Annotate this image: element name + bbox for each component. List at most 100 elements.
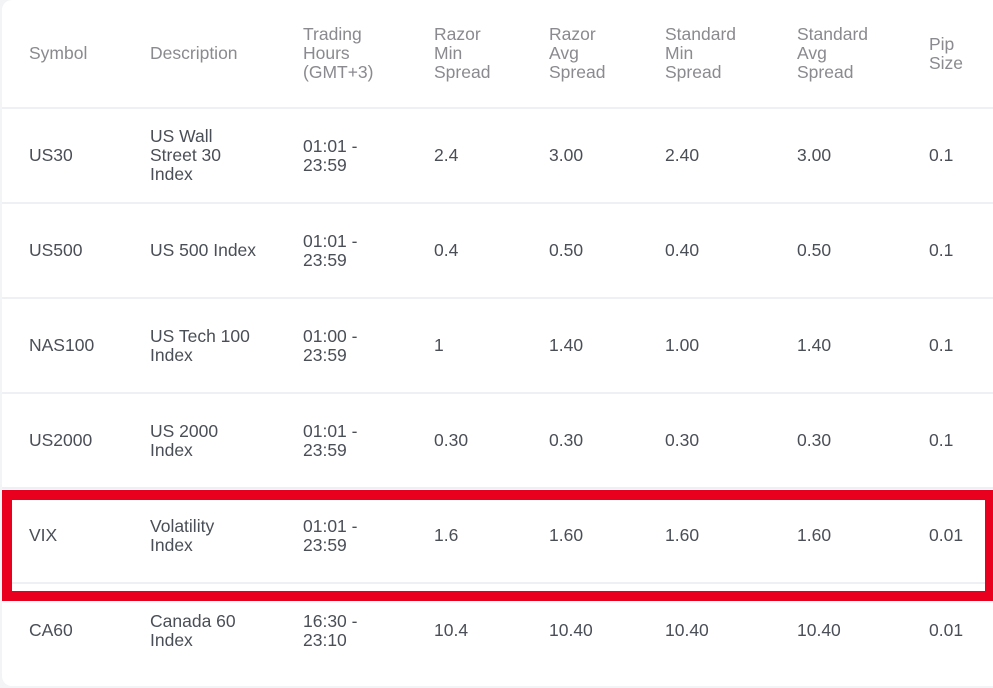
symbol-value: US500 [29,240,83,260]
razor-min-spread-value: 1.6 [434,525,459,545]
cell-trading-hours: 01:01 - 23:59 [303,487,434,583]
cell-standard-min-spread: 0.30 [665,392,797,488]
razor-min-spread-value: 0.30 [434,430,469,450]
cell-razor-min-spread: 10.4 [434,582,549,677]
cell-pip-size: 0.1 [929,107,993,203]
cell-razor-min-spread: 0.30 [434,392,549,488]
table-row: NAS100 US Tech 100 Index 01:00 - 23:59 1 1.4… [2,297,993,393]
trading-hours-value: 01:01 - 23:59 [303,420,358,460]
header-trading-hours: Trading Hours (GMT+3) [303,0,434,108]
description-value: Canada 60 Index [150,610,236,650]
razor-avg-spread-value: 1.60 [549,525,584,545]
cell-symbol: VIX [2,487,150,583]
header-pip-size: Pip Size [929,0,993,108]
cell-razor-min-spread: 1.6 [434,487,549,583]
cell-razor-avg-spread: 1.60 [549,487,665,583]
standard-min-spread-value: 1.60 [665,525,700,545]
header-standard-avg-spread: Standard Avg Spread [797,0,929,108]
cell-razor-avg-spread: 3.00 [549,107,665,203]
cell-trading-hours: 01:01 - 23:59 [303,392,434,488]
cell-standard-min-spread: 1.60 [665,487,797,583]
header-razor-min-label: Razor Min Spread [434,24,491,82]
razor-min-spread-value: 0.4 [434,240,459,260]
cell-razor-min-spread: 1 [434,297,549,393]
cell-symbol: CA60 [2,582,150,677]
table-header-row: Symbol Description Trading Hours (GMT+3)… [2,0,993,108]
standard-avg-spread-value: 10.40 [797,620,841,640]
pip-size-value: 0.1 [929,145,954,165]
cell-symbol: US2000 [2,392,150,488]
symbol-value: CA60 [29,620,73,640]
cell-trading-hours: 01:01 - 23:59 [303,107,434,203]
table-row: US500 US 500 Index 01:01 - 23:59 0.4 0.50 0.4… [2,202,993,298]
cell-razor-min-spread: 0.4 [434,202,549,298]
symbol-value: US30 [29,145,73,165]
header-razor-avg-spread: Razor Avg Spread [549,0,665,108]
cell-razor-avg-spread: 1.40 [549,297,665,393]
razor-avg-spread-value: 1.40 [549,335,584,355]
trading-hours-value: 01:01 - 23:59 [303,230,358,270]
symbol-value: NAS100 [29,335,95,355]
description-value: US 2000 Index [150,420,219,460]
pip-size-value: 0.1 [929,430,954,450]
cell-description: US 2000 Index [150,392,303,488]
standard-min-spread-value: 10.40 [665,620,709,640]
standard-avg-spread-value: 1.60 [797,525,832,545]
table-row: CA60 Canada 60 Index 16:30 - 23:10 10.4 10.4… [2,582,993,677]
standard-min-spread-value: 1.00 [665,335,700,355]
razor-min-spread-value: 1 [434,335,444,355]
cell-description: Volatility Index [150,487,303,583]
pip-size-value: 0.1 [929,240,954,260]
cell-razor-avg-spread: 10.40 [549,582,665,677]
razor-avg-spread-value: 10.40 [549,620,593,640]
cell-standard-avg-spread: 0.50 [797,202,929,298]
pip-size-value: 0.01 [929,525,964,545]
trading-hours-value: 01:00 - 23:59 [303,325,358,365]
cell-razor-avg-spread: 0.30 [549,392,665,488]
cell-symbol: US30 [2,107,150,203]
cell-standard-avg-spread: 3.00 [797,107,929,203]
header-standard-avg-label: Standard Avg Spread [797,24,869,82]
cell-pip-size: 0.01 [929,582,993,677]
trading-hours-value: 16:30 - 23:10 [303,610,358,650]
trading-hours-value: 01:01 - 23:59 [303,515,358,555]
header-trading-hours-label: Trading Hours (GMT+3) [303,24,374,82]
trading-hours-value: 01:01 - 23:59 [303,135,358,175]
pip-size-value: 0.01 [929,620,964,640]
table-body: US30 US Wall Street 30 Index 01:01 - 23:59… [2,107,993,677]
cell-standard-avg-spread: 10.40 [797,582,929,677]
razor-min-spread-value: 10.4 [434,620,469,640]
cell-trading-hours: 16:30 - 23:10 [303,582,434,677]
table-row: US30 US Wall Street 30 Index 01:01 - 23:59… [2,107,993,203]
header-razor-min-spread: Razor Min Spread [434,0,549,108]
cell-standard-min-spread: 1.00 [665,297,797,393]
cell-razor-avg-spread: 0.50 [549,202,665,298]
cell-description: US Wall Street 30 Index [150,107,303,203]
pip-size-value: 0.1 [929,335,954,355]
description-value: US 500 Index [150,240,257,260]
cell-description: US 500 Index [150,202,303,298]
standard-avg-spread-value: 0.30 [797,430,832,450]
cell-symbol: NAS100 [2,297,150,393]
cell-trading-hours: 01:01 - 23:59 [303,202,434,298]
cell-pip-size: 0.1 [929,392,993,488]
cell-pip-size: 0.1 [929,297,993,393]
header-standard-min-spread: Standard Min Spread [665,0,797,108]
cell-description: US Tech 100 Index [150,297,303,393]
cell-pip-size: 0.1 [929,202,993,298]
description-value: Volatility Index [150,515,215,555]
razor-avg-spread-value: 0.30 [549,430,584,450]
cell-razor-min-spread: 2.4 [434,107,549,203]
header-symbol: Symbol [29,43,88,63]
standard-avg-spread-value: 3.00 [797,145,832,165]
cell-trading-hours: 01:00 - 23:59 [303,297,434,393]
cell-standard-min-spread: 2.40 [665,107,797,203]
standard-min-spread-value: 0.30 [665,430,700,450]
standard-min-spread-value: 0.40 [665,240,700,260]
cell-pip-size: 0.01 [929,487,993,583]
description-value: US Tech 100 Index [150,325,250,365]
cell-standard-avg-spread: 1.60 [797,487,929,583]
cell-description: Canada 60 Index [150,582,303,677]
razor-avg-spread-value: 0.50 [549,240,584,260]
standard-avg-spread-value: 0.50 [797,240,832,260]
